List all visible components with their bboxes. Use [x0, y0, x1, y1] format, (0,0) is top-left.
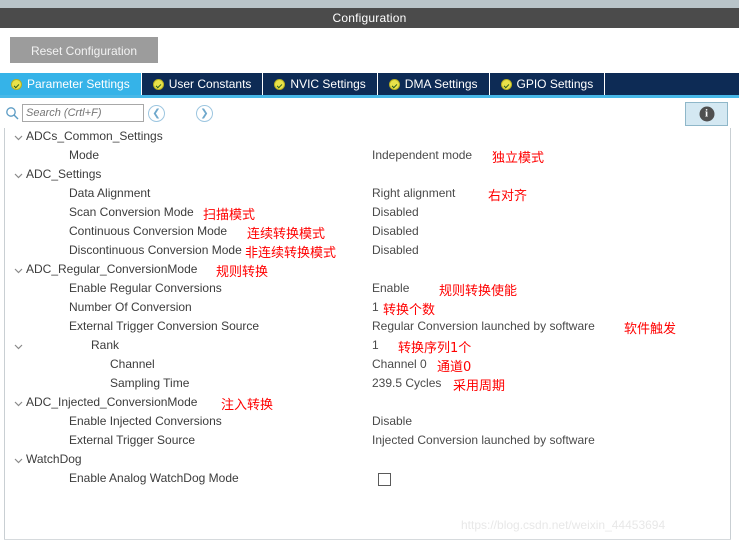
tree-row-label: Scan Conversion Mode — [69, 205, 194, 219]
info-button[interactable]: i — [685, 102, 728, 126]
tab-gpio-settings[interactable]: GPIO Settings — [489, 73, 606, 95]
tree-row[interactable]: Number Of Conversion 1 转换个数 — [5, 299, 730, 318]
reset-configuration-button[interactable]: Reset Configuration — [10, 37, 158, 63]
chevron-down-icon[interactable] — [13, 265, 24, 276]
tab-label: DMA Settings — [404, 77, 478, 91]
check-circle-icon — [152, 78, 164, 90]
tree-row-label: Sampling Time — [110, 376, 190, 390]
tree-row[interactable]: Enable Injected Conversions Disable — [5, 413, 730, 432]
tree-row-value[interactable]: Independent mode — [372, 148, 472, 162]
annotation-value: 右对齐 — [488, 189, 528, 204]
tree-row[interactable]: Sampling Time 239.5 Cycles 采用周期 — [5, 375, 730, 394]
info-icon: i — [699, 106, 714, 122]
check-circle-icon — [500, 78, 512, 90]
tab-label: NVIC Settings — [290, 77, 366, 91]
tree-row-label: Enable Regular Conversions — [69, 281, 222, 295]
window-top-strip — [0, 0, 739, 8]
tree-row-label: ADCs_Common_Settings — [26, 129, 163, 143]
tree-row-value[interactable]: 1 — [372, 300, 379, 314]
tree-row-value[interactable]: Injected Conversion launched by software — [372, 433, 595, 447]
tree-row-value[interactable]: Channel 0 — [372, 357, 427, 371]
tab-label: User Constants — [168, 77, 252, 91]
chevron-down-icon[interactable] — [13, 341, 24, 352]
tree-row[interactable]: Enable Analog WatchDog Mode — [5, 470, 730, 489]
annotation-label: 规则转换 — [216, 265, 269, 280]
annotation-value: 采用周期 — [453, 379, 506, 394]
chevron-right-circle-icon[interactable]: ❯ — [196, 105, 213, 122]
tree-row-value[interactable]: Disabled — [372, 205, 419, 219]
annotation-label: 非连续转换模式 — [245, 246, 337, 261]
window-title: Configuration — [0, 8, 739, 28]
check-circle-icon — [274, 78, 286, 90]
tree-row[interactable]: Rank 1 转换序列1个 — [5, 337, 730, 356]
tree-row[interactable]: ADC_Injected_ConversionMode 注入转换 — [5, 394, 730, 413]
annotation-value: 软件触发 — [624, 322, 677, 337]
tree-row[interactable]: Discontinuous Conversion Mode 非连续转换模式 Disa… — [5, 242, 730, 261]
tree-row-value[interactable]: Disable — [372, 414, 412, 428]
tree-row[interactable]: Scan Conversion Mode 扫描模式 Disabled — [5, 204, 730, 223]
tree-row[interactable]: Continuous Conversion Mode 连续转换模式 Disabled — [5, 223, 730, 242]
tree-row[interactable]: ADC_Regular_ConversionMode 规则转换 — [5, 261, 730, 280]
tree-row-value[interactable]: 1 — [372, 338, 379, 352]
tree-row-label: Enable Analog WatchDog Mode — [69, 471, 239, 485]
annotation-value: 规则转换使能 — [439, 284, 518, 299]
tree-row[interactable]: External Trigger Source Injected Conversi… — [5, 432, 730, 451]
tree-row-label: Mode — [69, 148, 100, 162]
tree-row-value[interactable]: Enable — [372, 281, 409, 295]
check-circle-icon — [388, 78, 400, 90]
analog-watchdog-checkbox[interactable] — [378, 473, 391, 486]
tree-row-value[interactable]: Regular Conversion launched by software — [372, 319, 595, 333]
tab-parameter-settings[interactable]: Parameter Settings — [0, 73, 142, 95]
tab-label: GPIO Settings — [516, 77, 594, 91]
tree-row-label: Discontinuous Conversion Mode — [69, 243, 242, 257]
tree-row-value[interactable]: 239.5 Cycles — [372, 376, 441, 390]
tree-row-value[interactable]: Disabled — [372, 224, 419, 238]
search-icon — [5, 106, 19, 120]
chevron-down-icon[interactable] — [13, 132, 24, 143]
chevron-down-icon[interactable] — [13, 398, 24, 409]
tree-row[interactable]: Data Alignment Right alignment 右对齐 — [5, 185, 730, 204]
tree-row-value[interactable]: Disabled — [372, 243, 419, 257]
tree-row-label: ADC_Regular_ConversionMode — [26, 262, 198, 276]
parameter-tree: ADCs_Common_Settings Mode Independent mode… — [4, 128, 731, 540]
tree-row-label: External Trigger Conversion Source — [69, 319, 260, 333]
tree-row-label: Continuous Conversion Mode — [69, 224, 228, 238]
search-input[interactable] — [22, 104, 144, 122]
annotation-label: 扫描模式 — [203, 208, 256, 223]
tree-row[interactable]: ADC_Settings — [5, 166, 730, 185]
annotation-value: 通道0 — [437, 360, 472, 375]
tree-row-label: Channel — [110, 357, 155, 371]
annotation-value: 转换个数 — [383, 303, 436, 318]
check-circle-icon — [11, 78, 22, 90]
tree-row-label: Number Of Conversion — [69, 300, 192, 314]
tree-row[interactable]: WatchDog — [5, 451, 730, 470]
tree-row[interactable]: ADCs_Common_Settings — [5, 128, 730, 147]
annotation-label: 注入转换 — [221, 398, 274, 413]
tab-label: Parameter Settings — [27, 77, 130, 91]
tree-row-label: WatchDog — [26, 452, 82, 466]
tab-nvic-settings[interactable]: NVIC Settings — [263, 73, 378, 95]
tree-row-label: Enable Injected Conversions — [69, 414, 222, 428]
tab-dma-settings[interactable]: DMA Settings — [377, 73, 490, 95]
tree-row-label: Rank — [91, 338, 120, 352]
tab-user-constants[interactable]: User Constants — [141, 73, 264, 95]
tree-row-value[interactable]: Right alignment — [372, 186, 455, 200]
annotation-label: 连续转换模式 — [247, 227, 326, 242]
chevron-left-circle-icon[interactable]: ❮ — [148, 105, 165, 122]
tree-row[interactable]: Enable Regular Conversions Enable 规则转换使能 — [5, 280, 730, 299]
tree-row-label: ADC_Settings — [26, 167, 102, 181]
tree-row-label: External Trigger Source — [69, 433, 196, 447]
chevron-down-icon[interactable] — [13, 170, 24, 181]
tree-row-label: ADC_Injected_ConversionMode — [26, 395, 198, 409]
tree-row[interactable]: External Trigger Conversion Source Regula… — [5, 318, 730, 337]
tree-row[interactable]: Mode Independent mode 独立模式 — [5, 147, 730, 166]
annotation-value: 转换序列1个 — [398, 341, 472, 356]
panel-bottom-edge — [4, 539, 731, 540]
tree-row-label: Data Alignment — [69, 186, 151, 200]
chevron-down-icon[interactable] — [13, 455, 24, 466]
tab-bar: Parameter Settings User Constants NVIC Set… — [0, 73, 739, 95]
tree-row[interactable]: Channel Channel 0 通道0 — [5, 356, 730, 375]
annotation-value: 独立模式 — [492, 151, 545, 166]
